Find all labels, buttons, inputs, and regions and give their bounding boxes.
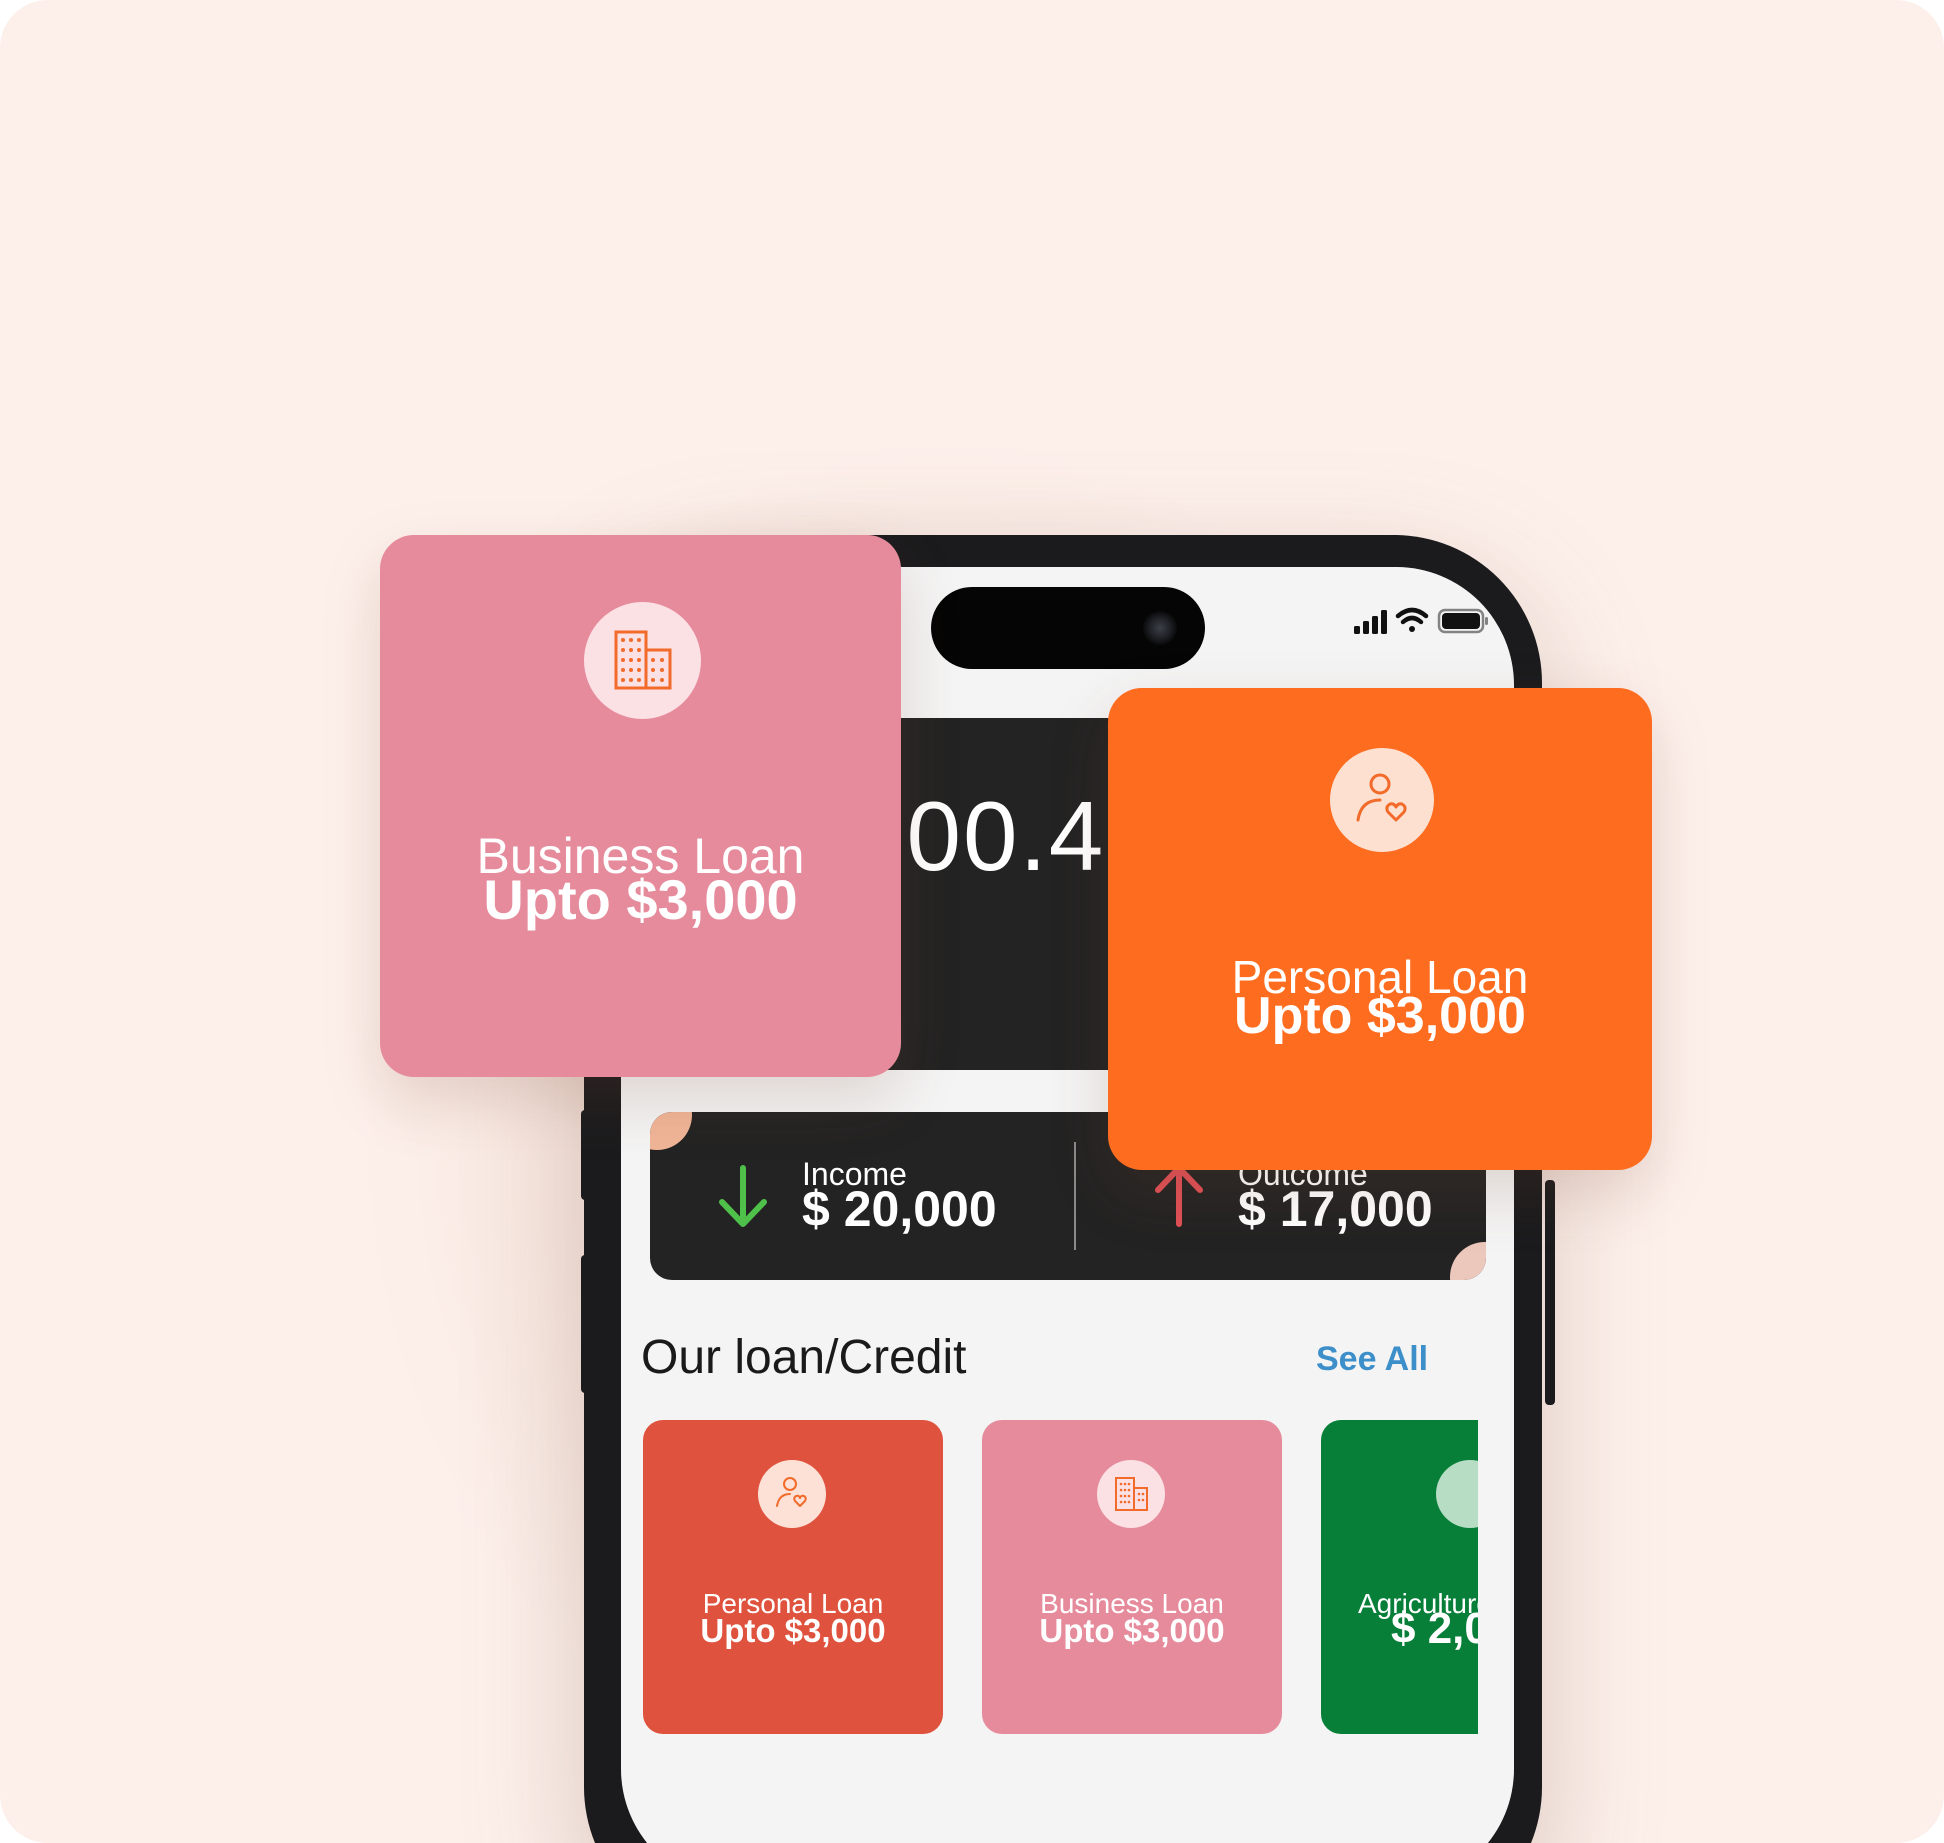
section-title: Our loan/Credit: [641, 1331, 967, 1384]
outcome-value: $ 17,000: [1238, 1181, 1433, 1237]
signal-icon: [1354, 610, 1387, 634]
income-value: $ 20,000: [802, 1181, 997, 1237]
status-bar: [1350, 606, 1490, 636]
phone-side-button: [581, 1255, 591, 1393]
icon-circle: [1097, 1460, 1165, 1528]
wifi-icon: [1395, 607, 1429, 632]
phone-power-button: [1545, 1180, 1555, 1405]
icon-circle: [758, 1460, 826, 1528]
loan-card-personal[interactable]: Personal Loan Upto $3,000: [643, 1420, 943, 1734]
battery-icon: [1437, 608, 1488, 634]
person-heart-icon: [776, 1477, 807, 1507]
loan-cards-row: Personal Loan Upto $3,000 Business Loan …: [600, 1418, 1478, 1738]
floating-card-amount: Upto $3,000: [1234, 987, 1526, 1045]
see-all-link[interactable]: See All: [1316, 1340, 1428, 1379]
floating-card-personal[interactable]: Personal Loan Upto $3,000: [1108, 688, 1652, 1170]
building-icon: [1115, 1477, 1148, 1511]
loan-card-agriculture[interactable]: Agriculture $ 2,000: [1321, 1420, 1478, 1734]
arrow-down-icon: [719, 1165, 767, 1227]
icon-circle: [1330, 748, 1434, 852]
loan-amount: $ 2,000: [1391, 1604, 1478, 1653]
loan-amount: Upto $3,000: [1039, 1612, 1225, 1649]
floating-card-amount: Upto $3,000: [483, 868, 798, 931]
floating-card-business[interactable]: Business Loan Upto $3,000: [380, 535, 901, 1077]
phone-side-button: [581, 1110, 591, 1200]
arrow-up-icon: [1155, 1165, 1203, 1227]
leaf-icon: [1436, 1460, 1478, 1528]
dynamic-island: [931, 587, 1205, 669]
flow-divider: [1074, 1142, 1076, 1250]
decor-blob: [650, 1112, 692, 1150]
icon-circle: [584, 602, 701, 719]
loan-amount: Upto $3,000: [700, 1612, 886, 1649]
camera-icon: [1143, 611, 1177, 645]
loan-card-business[interactable]: Business Loan Upto $3,000: [982, 1420, 1282, 1734]
canvas-background: e 000.4 Income $ 20,000 Outcome $ 17,000…: [0, 0, 1944, 1843]
building-icon: [614, 630, 672, 690]
decor-blob: [1450, 1242, 1486, 1280]
person-heart-icon: [1356, 773, 1407, 822]
